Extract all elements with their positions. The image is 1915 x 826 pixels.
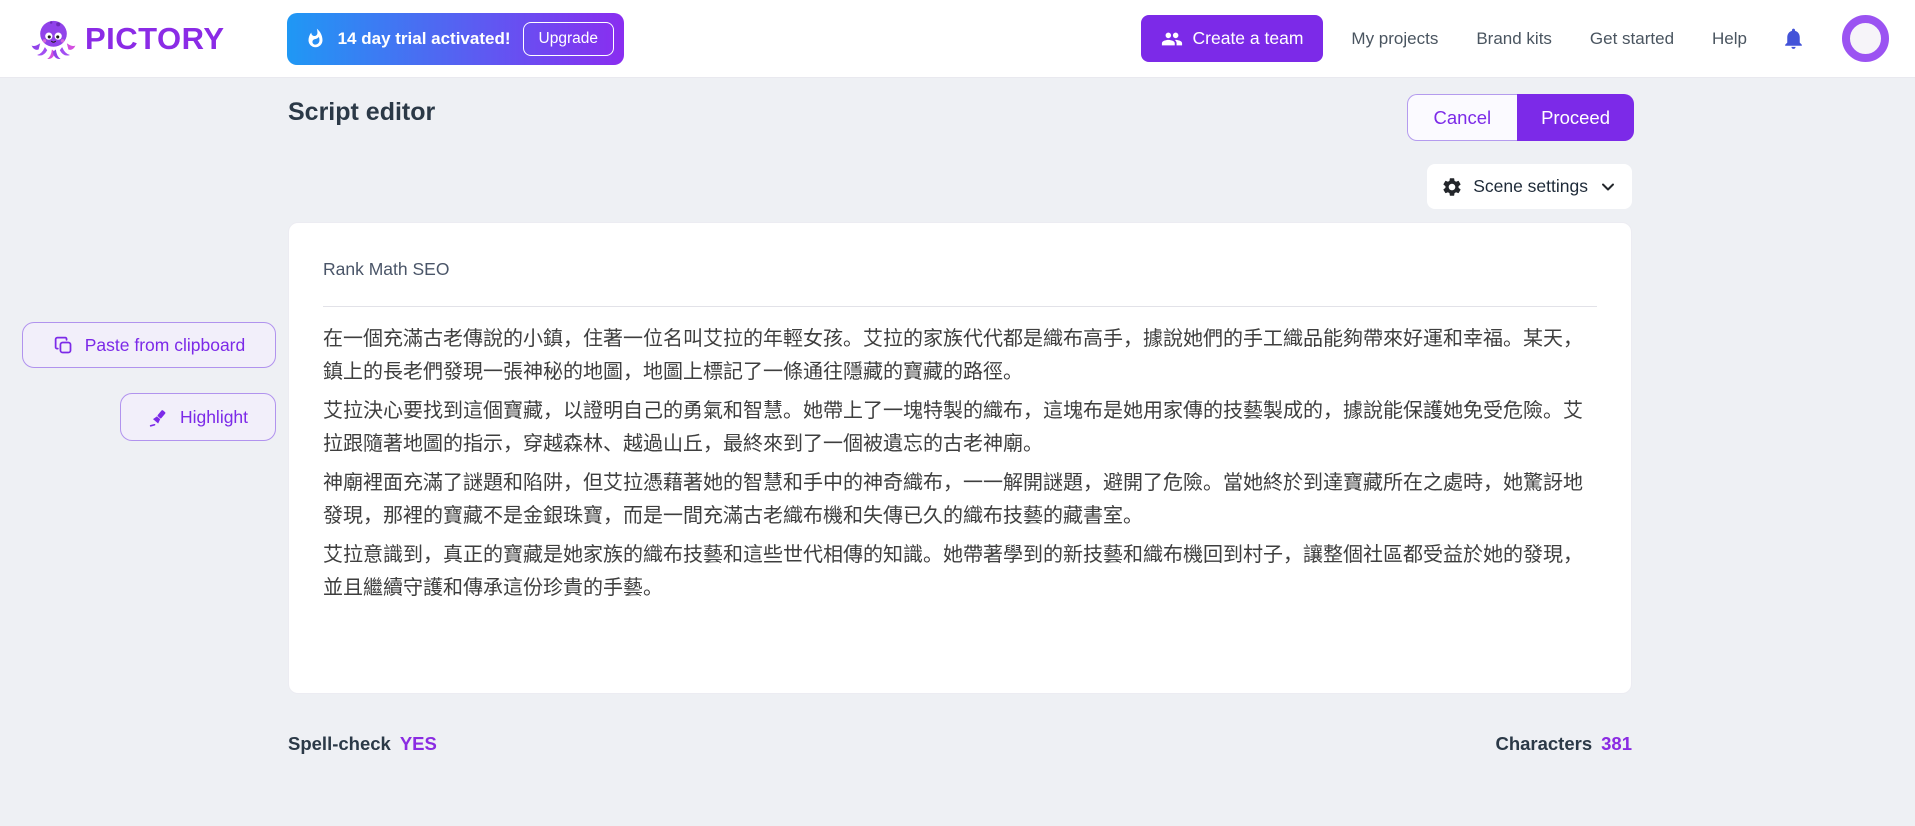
script-paragraph[interactable]: 艾拉意識到，真正的寶藏是她家族的織布技藝和這些世代相傳的知識。她帶著學到的新技藝… <box>323 539 1597 605</box>
upgrade-button[interactable]: Upgrade <box>523 22 614 56</box>
pictory-logo[interactable]: PICTORY <box>30 15 225 62</box>
top-nav: My projects Brand kits Get started Help <box>1351 29 1747 49</box>
nav-brand-kits[interactable]: Brand kits <box>1476 29 1552 49</box>
script-paragraph[interactable]: 神廟裡面充滿了謎題和陷阱，但艾拉憑藉著她的智慧和手中的神奇織布，一一解開謎題，避… <box>323 467 1597 533</box>
people-icon <box>1161 28 1183 50</box>
script-title[interactable]: Rank Math SEO <box>323 259 1597 280</box>
paste-from-clipboard-label: Paste from clipboard <box>85 335 246 356</box>
chevron-down-icon <box>1598 177 1618 197</box>
highlight-label: Highlight <box>180 407 248 428</box>
octopus-logo-icon <box>30 15 77 62</box>
scene-settings-dropdown[interactable]: Scene settings <box>1427 164 1632 209</box>
notification-bell-icon[interactable] <box>1781 26 1806 51</box>
scene-settings-label: Scene settings <box>1473 176 1588 197</box>
trial-text: 14 day trial activated! <box>338 29 511 49</box>
page-title: Script editor <box>288 98 435 127</box>
nav-my-projects[interactable]: My projects <box>1351 29 1438 49</box>
characters-label: Characters <box>1495 733 1592 754</box>
highlighter-icon <box>148 407 169 428</box>
cancel-button[interactable]: Cancel <box>1407 94 1518 141</box>
divider <box>323 306 1597 307</box>
create-team-label: Create a team <box>1193 28 1304 49</box>
nav-get-started[interactable]: Get started <box>1590 29 1674 49</box>
characters-value: 381 <box>1601 733 1632 754</box>
spell-check-status: Spell-check YES <box>288 733 437 755</box>
trial-banner: 14 day trial activated! Upgrade <box>287 13 624 65</box>
script-paragraph[interactable]: 在一個充滿古老傳說的小鎮，住著一位名叫艾拉的年輕女孩。艾拉的家族代代都是織布高手… <box>323 323 1597 389</box>
flame-icon <box>305 28 326 49</box>
gear-icon <box>1441 176 1463 198</box>
spell-check-label: Spell-check <box>288 733 391 754</box>
script-editor-page: Script editor Cancel Proceed Scene setti… <box>0 78 1915 826</box>
highlight-button[interactable]: Highlight <box>120 393 276 441</box>
brand-name: PICTORY <box>85 21 225 57</box>
script-card[interactable]: Rank Math SEO 在一個充滿古老傳說的小鎮，住著一位名叫艾拉的年輕女孩… <box>288 222 1632 694</box>
script-body[interactable]: 在一個充滿古老傳說的小鎮，住著一位名叫艾拉的年輕女孩。艾拉的家族代代都是織布高手… <box>323 323 1597 605</box>
cancel-proceed-group: Cancel Proceed <box>1407 94 1635 141</box>
character-count: Characters 381 <box>1495 733 1632 755</box>
user-avatar[interactable] <box>1842 15 1889 62</box>
copy-icon <box>53 335 74 356</box>
script-paragraph[interactable]: 艾拉決心要找到這個寶藏，以證明自己的勇氣和智慧。她帶上了一塊特製的織布，這塊布是… <box>323 395 1597 461</box>
create-team-button[interactable]: Create a team <box>1141 15 1324 62</box>
nav-help[interactable]: Help <box>1712 29 1747 49</box>
spell-check-value[interactable]: YES <box>400 733 437 754</box>
paste-from-clipboard-button[interactable]: Paste from clipboard <box>22 322 276 368</box>
proceed-button[interactable]: Proceed <box>1517 94 1634 141</box>
top-header: PICTORY 14 day trial activated! Upgrade … <box>0 0 1915 78</box>
